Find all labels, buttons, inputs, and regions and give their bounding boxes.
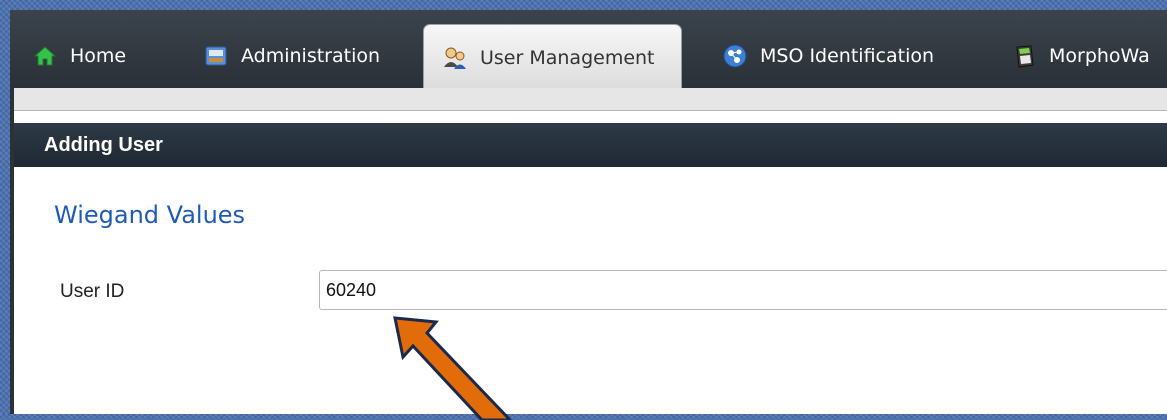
tab-administration-label: Administration: [241, 45, 381, 67]
users-icon: [442, 45, 468, 71]
tab-home-label: Home: [70, 45, 127, 67]
app-window: Home Administration User Management MSO …: [10, 10, 1167, 414]
tab-mso-identification-label: MSO Identification: [760, 45, 935, 67]
home-icon: [32, 43, 58, 69]
tab-user-management[interactable]: User Management: [423, 24, 682, 90]
tab-administration[interactable]: Administration: [203, 24, 380, 88]
device-icon: [1011, 43, 1037, 69]
group-title: Wiegand Values: [54, 201, 246, 229]
tab-morphowave-label: MorphoWa: [1049, 45, 1150, 67]
tab-user-management-label: User Management: [480, 46, 655, 69]
tab-home[interactable]: Home: [32, 24, 126, 88]
tab-bar: Home Administration User Management MSO …: [10, 10, 1167, 90]
section-header: Adding User: [14, 123, 1167, 167]
user-id-label: User ID: [60, 281, 125, 302]
tab-morphowave[interactable]: MorphoWa: [1011, 24, 1150, 88]
page-title: Adding User: [44, 133, 163, 156]
content-toolbar-strip: [14, 88, 1167, 110]
tab-mso-identification[interactable]: MSO Identification: [722, 24, 934, 88]
fingerprint-network-icon: [722, 43, 748, 69]
administration-icon: [203, 43, 229, 69]
content-panel: Adding User Wiegand Values User ID: [14, 110, 1167, 414]
orange-arrow-icon: [393, 316, 513, 420]
